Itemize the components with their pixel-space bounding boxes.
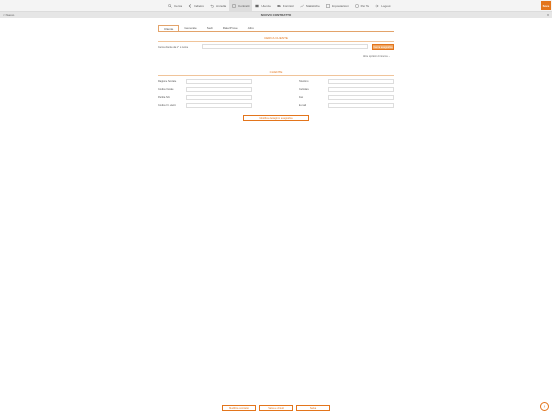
search-section-divider [158, 41, 394, 42]
tab-underline [158, 31, 394, 32]
nav-item-label: Annulla [216, 3, 227, 8]
nav-item-label: Contratti [238, 3, 250, 8]
nav-item-label: Logout [381, 3, 391, 8]
nav-item-label: Utenze [261, 3, 271, 8]
mobile-field[interactable] [328, 87, 394, 92]
phone-field[interactable] [328, 79, 394, 84]
nav-item-contratti[interactable]: Contratti [229, 0, 253, 11]
title-bar: < Nuovo NUOVO CONTRATTO X [0, 12, 552, 18]
nav-item-label: Per Te [360, 3, 370, 8]
nav-item-fornitori[interactable]: Fornitori [274, 0, 297, 11]
mobile-label: Cellulare [299, 88, 309, 91]
star-icon [355, 4, 359, 8]
email-label: E-mail [299, 104, 307, 107]
email-field[interactable] [328, 103, 394, 108]
nav-item-indietro[interactable]: Indietro [185, 0, 207, 11]
chevron-left-icon [188, 3, 192, 8]
nav-item-label: Indietro [194, 3, 205, 8]
vat-number-field[interactable] [186, 95, 252, 100]
nav-item-statistiche[interactable]: Statistiche [297, 0, 323, 11]
nav-item-label: Fornitori [282, 3, 294, 8]
client-section-divider [158, 75, 394, 76]
close-button[interactable]: X [547, 12, 549, 18]
nav-item-logout[interactable]: Logout [372, 0, 393, 11]
phone-label: Telefono [299, 80, 309, 83]
search-section-title: CERCA CLIENTE [264, 36, 288, 40]
nav-item-annulla[interactable]: Annulla [207, 0, 229, 11]
document-icon [232, 3, 236, 8]
undo-icon [210, 4, 214, 8]
fax-label: Fax [299, 96, 304, 99]
client-section-title: CLIENTE [269, 70, 283, 74]
nav-items: Cerca Indietro Annulla Contratti Utenze Forni… [165, 0, 393, 11]
chevron-right-icon: › [543, 403, 546, 410]
gear-icon [325, 3, 330, 8]
search-client-input[interactable] [202, 44, 368, 49]
modify-registry-button[interactable]: Modifica dettagli in anagrafica [243, 115, 309, 121]
next-arrow-button[interactable]: › [540, 402, 549, 411]
nav-item-label: Cerca [174, 3, 183, 8]
nav-item-per-te[interactable]: Per Te [352, 0, 373, 11]
logout-icon [375, 4, 379, 8]
nav-item-label: Statistiche [305, 3, 320, 8]
vat-number-label: Partita IVA [158, 96, 170, 99]
nav-item-impostazioni[interactable]: Impostazioni [323, 0, 352, 11]
tax-code-label: Codice fiscale [158, 88, 174, 91]
nav-item-utenze[interactable]: Utenze [252, 0, 274, 11]
brand-logo: Sore [541, 1, 551, 10]
nav-item-label: Impostazioni [331, 3, 349, 8]
top-navigation: Cerca Indietro Annulla Contratti Utenze Forni… [0, 0, 552, 12]
more-search-options-link[interactable]: Altre opzioni di ricerca ⌄ [363, 55, 390, 58]
company-name-field[interactable] [186, 79, 252, 84]
page-title: NUOVO CONTRATTO [260, 13, 292, 17]
company-name-label: Ragione Sociale [158, 80, 177, 83]
e-invoice-code-field[interactable] [186, 103, 252, 108]
save-button[interactable]: Salva [296, 405, 330, 411]
chart-icon [300, 4, 304, 8]
search-registry-button[interactable]: Cerca anagrafica [372, 44, 394, 50]
nav-item-cerca[interactable]: Cerca [165, 0, 185, 11]
tax-code-field[interactable] [186, 87, 252, 92]
e-invoice-code-label: Codice Ft. elettr. [158, 104, 177, 107]
truck-icon [277, 4, 281, 8]
search-client-label: Cerca cliente da n° o nome [158, 46, 189, 49]
list-icon [255, 4, 259, 8]
search-icon [168, 3, 172, 8]
save-and-close-button[interactable]: Salva e chiudi [259, 405, 293, 411]
modify-contract-button[interactable]: Modifica contratto [222, 405, 256, 411]
fax-field[interactable] [328, 95, 394, 100]
